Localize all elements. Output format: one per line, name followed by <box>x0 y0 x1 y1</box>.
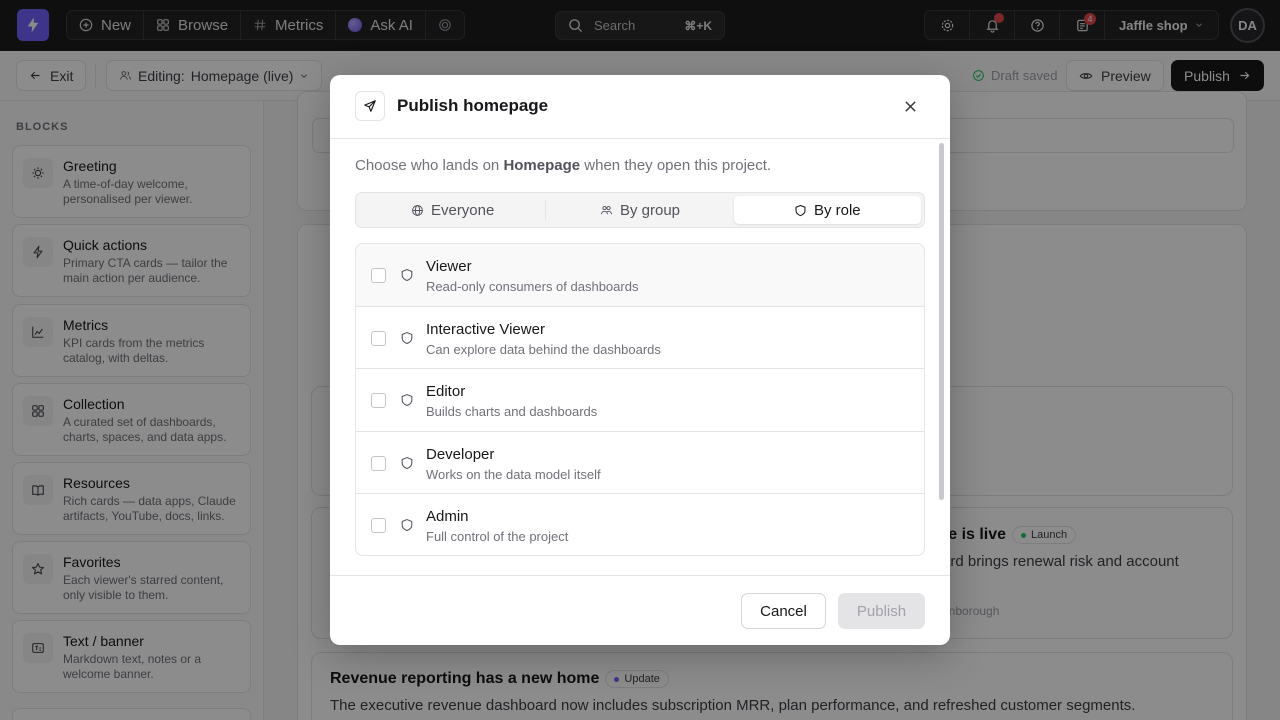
role-name: Developer <box>426 445 495 463</box>
publish-button[interactable]: Publish <box>838 593 925 629</box>
subtitle-prefix: Choose who lands on <box>355 157 504 174</box>
role-checkbox[interactable] <box>371 268 386 283</box>
role-checkbox[interactable] <box>371 330 386 346</box>
role-row-interactive-viewer[interactable]: Interactive Viewer Can explore data behi… <box>356 306 924 369</box>
shield-icon <box>401 331 413 344</box>
close-button[interactable] <box>898 94 922 118</box>
modal-footer: Cancel Publish <box>330 575 950 645</box>
role-checkbox[interactable] <box>371 518 386 533</box>
modal-subtitle: Choose who lands on Homepage when they o… <box>355 157 771 174</box>
tab-label: By group <box>619 201 681 219</box>
role-name: Viewer <box>426 258 472 275</box>
role-desc: Read-only consumers of dashboards <box>426 279 639 294</box>
cancel-button[interactable]: Cancel <box>741 593 826 629</box>
globe-icon <box>412 204 423 216</box>
send-icon <box>355 91 385 121</box>
role-desc: Works on the data model itself <box>426 466 601 482</box>
role-name: Editor <box>426 383 466 400</box>
role-checkbox[interactable] <box>371 455 386 471</box>
tab-label: Everyone <box>430 201 495 219</box>
role-row-admin[interactable]: Admin Full control of the project <box>356 494 924 555</box>
role-name: Admin <box>426 508 469 525</box>
modal-header: Publish homepage <box>330 75 950 139</box>
shield-icon <box>401 519 413 532</box>
tab-by-group[interactable]: By group <box>545 196 733 224</box>
shield-icon <box>401 269 413 282</box>
modal-scrollbar[interactable] <box>939 143 944 500</box>
subtitle-suffix: when they open this project. <box>580 157 772 174</box>
publish-modal: Publish homepage Choose who lands on Hom… <box>330 75 950 645</box>
shield-icon <box>795 204 806 216</box>
role-checkbox[interactable] <box>371 393 386 408</box>
shield-icon <box>401 456 413 469</box>
role-row-viewer[interactable]: Viewer Read-only consumers of dashboards <box>356 244 924 307</box>
shield-icon <box>401 394 413 407</box>
role-desc: Builds charts and dashboards <box>426 404 598 419</box>
role-desc: Can explore data behind the dashboards <box>426 341 661 357</box>
role-desc: Full control of the project <box>426 529 569 544</box>
role-row-editor[interactable]: Editor Builds charts and dashboards <box>356 369 924 432</box>
subtitle-bold: Homepage <box>503 157 581 174</box>
close-icon <box>904 100 916 112</box>
modal-body: Choose who lands on Homepage when they o… <box>330 139 950 575</box>
audience-segmented-control: Everyone By group By role <box>355 192 925 228</box>
role-list: Viewer Read-only consumers of dashboards… <box>355 243 925 556</box>
users-icon <box>600 205 612 214</box>
role-name: Interactive Viewer <box>426 320 545 338</box>
role-row-developer[interactable]: Developer Works on the data model itself <box>356 431 924 494</box>
modal-title: Publish homepage <box>397 96 549 115</box>
tab-by-role[interactable]: By role <box>733 196 921 224</box>
tab-label: By role <box>813 201 861 219</box>
tab-everyone[interactable]: Everyone <box>359 196 546 224</box>
